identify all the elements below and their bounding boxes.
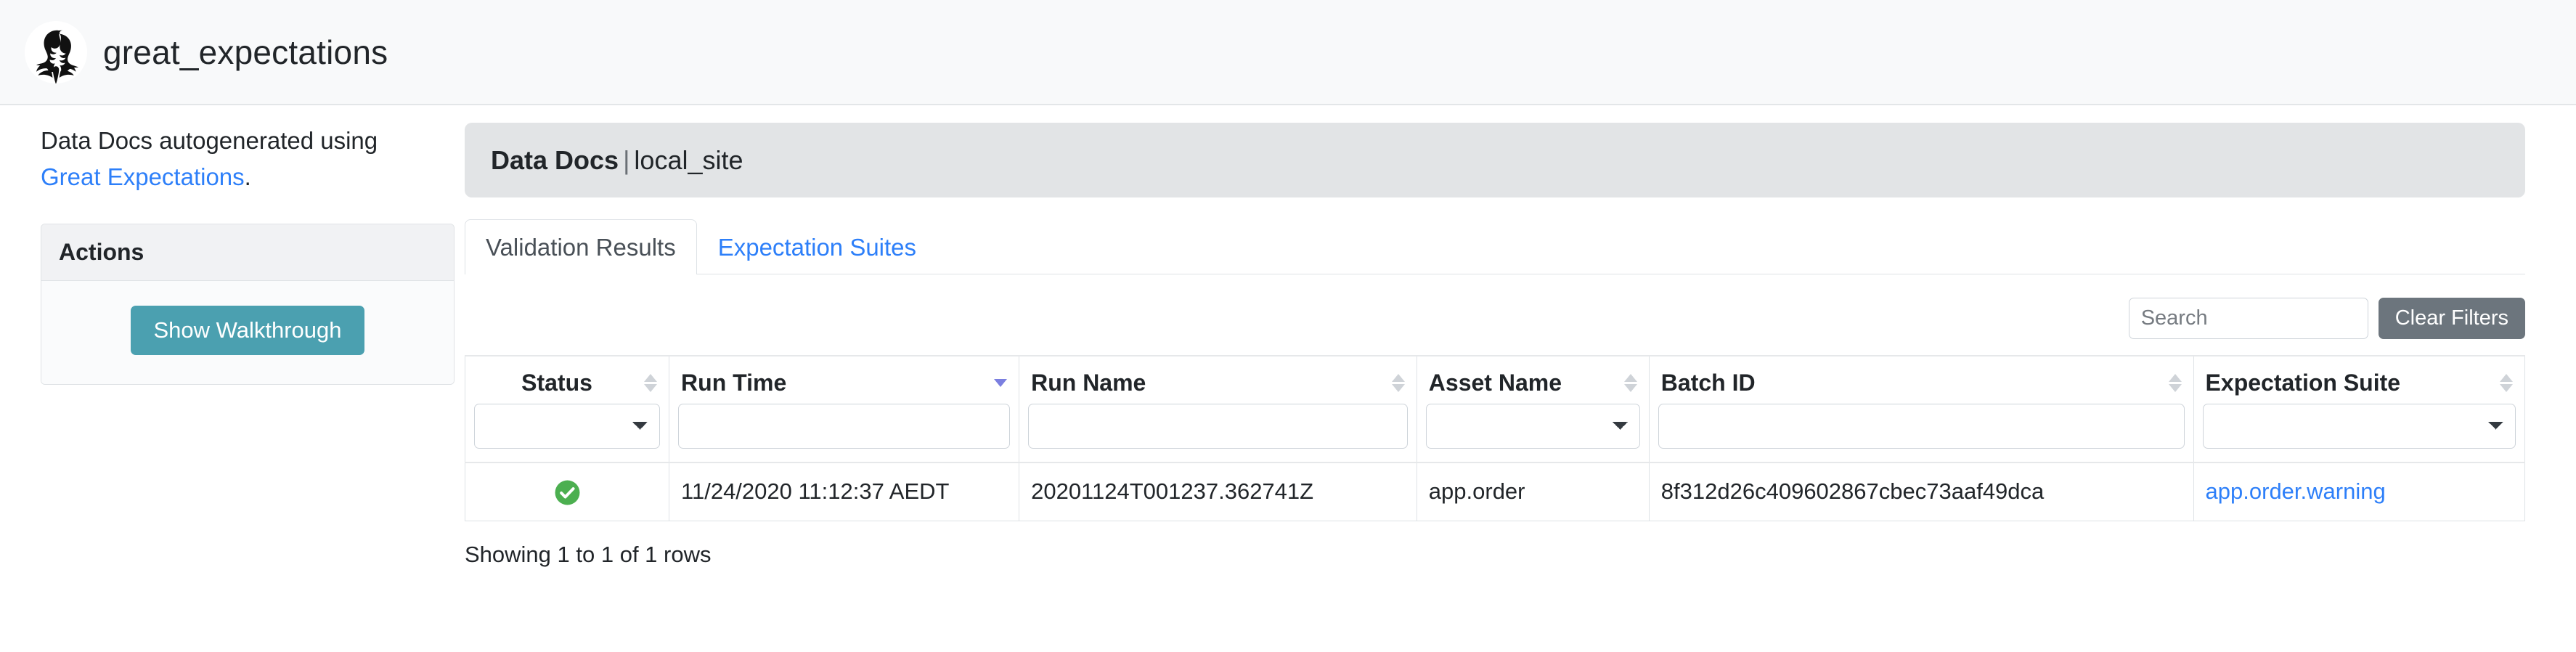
column-label-run-time: Run Time — [681, 370, 787, 396]
sort-icon-run-time[interactable] — [994, 379, 1008, 388]
intro-suffix: . — [244, 163, 251, 190]
column-label-asset-name: Asset Name — [1428, 370, 1562, 396]
column-header-run-time[interactable]: Run Time — [669, 355, 1020, 404]
filter-select-expectation-suite[interactable] — [2202, 404, 2516, 449]
cell-run-time: 11/24/2020 11:12:37 AEDT — [669, 462, 1020, 521]
data-docs-title: Data Docs — [491, 145, 619, 175]
validation-results-table: Status Run Time Run Name Asset Name Batc… — [464, 355, 2526, 521]
filter-cell-batch-id — [1648, 404, 2194, 463]
great-expectations-logo-icon — [25, 20, 87, 83]
table-header-row: Status Run Time Run Name Asset Name Batc… — [464, 355, 2526, 404]
filter-cell-run-time — [669, 404, 1020, 463]
expectation-suite-link[interactable]: app.order.warning — [2206, 478, 2386, 504]
actions-card-body: Show Walkthrough — [41, 281, 454, 385]
column-label-expectation-suite: Expectation Suite — [2205, 370, 2401, 396]
show-walkthrough-button[interactable]: Show Walkthrough — [131, 306, 364, 356]
check-circle-icon — [554, 479, 581, 506]
column-header-expectation-suite[interactable]: Expectation Suite — [2193, 355, 2526, 404]
tab-expectation-suites[interactable]: Expectation Suites — [697, 219, 937, 274]
filter-cell-status — [464, 404, 670, 463]
column-label-status: Status — [521, 370, 592, 396]
data-docs-header: Data Docs | local_site — [465, 123, 2525, 198]
great-expectations-link[interactable]: Great Expectations — [41, 163, 245, 190]
filter-select-status[interactable] — [474, 404, 661, 449]
filter-select-asset-name[interactable] — [1425, 404, 1640, 449]
column-header-run-name[interactable]: Run Name — [1019, 355, 1417, 404]
intro-prefix: Data Docs autogenerated using — [41, 127, 378, 154]
column-header-batch-id[interactable]: Batch ID — [1648, 355, 2194, 404]
data-docs-separator: | — [623, 145, 630, 175]
sort-icon-asset-name[interactable] — [1623, 374, 1637, 393]
table-row: 11/24/2020 11:12:37 AEDT 20201124T001237… — [464, 462, 2526, 521]
tab-bar: Validation Results Expectation Suites — [465, 219, 2525, 275]
filter-input-batch-id[interactable] — [1658, 404, 2185, 449]
cell-run-name: 20201124T001237.362741Z — [1019, 462, 1417, 521]
showing-rows-text: Showing 1 to 1 of 1 rows — [465, 541, 712, 567]
filter-cell-run-name — [1019, 404, 1417, 463]
table-toolbar: Clear Filters — [465, 274, 2525, 355]
filter-input-run-time[interactable] — [678, 404, 1011, 449]
sort-icon-batch-id[interactable] — [2168, 374, 2182, 393]
search-input[interactable] — [2128, 298, 2368, 340]
sidebar: Data Docs autogenerated using Great Expe… — [0, 123, 465, 386]
filter-cell-expectation-suite — [2193, 404, 2526, 463]
filter-input-run-name[interactable] — [1028, 404, 1408, 449]
sort-icon-status[interactable] — [644, 374, 658, 393]
column-label-run-name: Run Name — [1031, 370, 1146, 396]
brand-link[interactable]: great_expectations — [25, 20, 388, 83]
clear-filters-button[interactable]: Clear Filters — [2378, 298, 2525, 340]
tab-validation-results[interactable]: Validation Results — [465, 219, 697, 275]
cell-asset-name: app.order — [1416, 462, 1650, 521]
table-filter-row — [464, 404, 2526, 463]
column-label-batch-id: Batch ID — [1660, 370, 1756, 396]
brand-title: great_expectations — [103, 33, 388, 71]
cell-batch-id: 8f312d26c409602867cbec73aaf49dca — [1648, 462, 2194, 521]
column-header-status[interactable]: Status — [464, 355, 670, 404]
filter-cell-asset-name — [1416, 404, 1650, 463]
sort-icon-expectation-suite[interactable] — [2500, 374, 2513, 393]
cell-status — [464, 462, 670, 521]
intro-text: Data Docs autogenerated using Great Expe… — [41, 123, 439, 195]
data-docs-site-name: local_site — [634, 145, 743, 175]
top-navbar: great_expectations — [0, 0, 2576, 105]
main-content: Data Docs | local_site Validation Results … — [464, 123, 2576, 568]
cell-expectation-suite: app.order.warning — [2193, 462, 2526, 521]
actions-card-header: Actions — [41, 224, 454, 281]
column-header-asset-name[interactable]: Asset Name — [1416, 355, 1650, 404]
page-body: Data Docs autogenerated using Great Expe… — [0, 105, 2576, 568]
actions-card: Actions Show Walkthrough — [41, 224, 455, 386]
sort-icon-run-name[interactable] — [1391, 374, 1405, 393]
